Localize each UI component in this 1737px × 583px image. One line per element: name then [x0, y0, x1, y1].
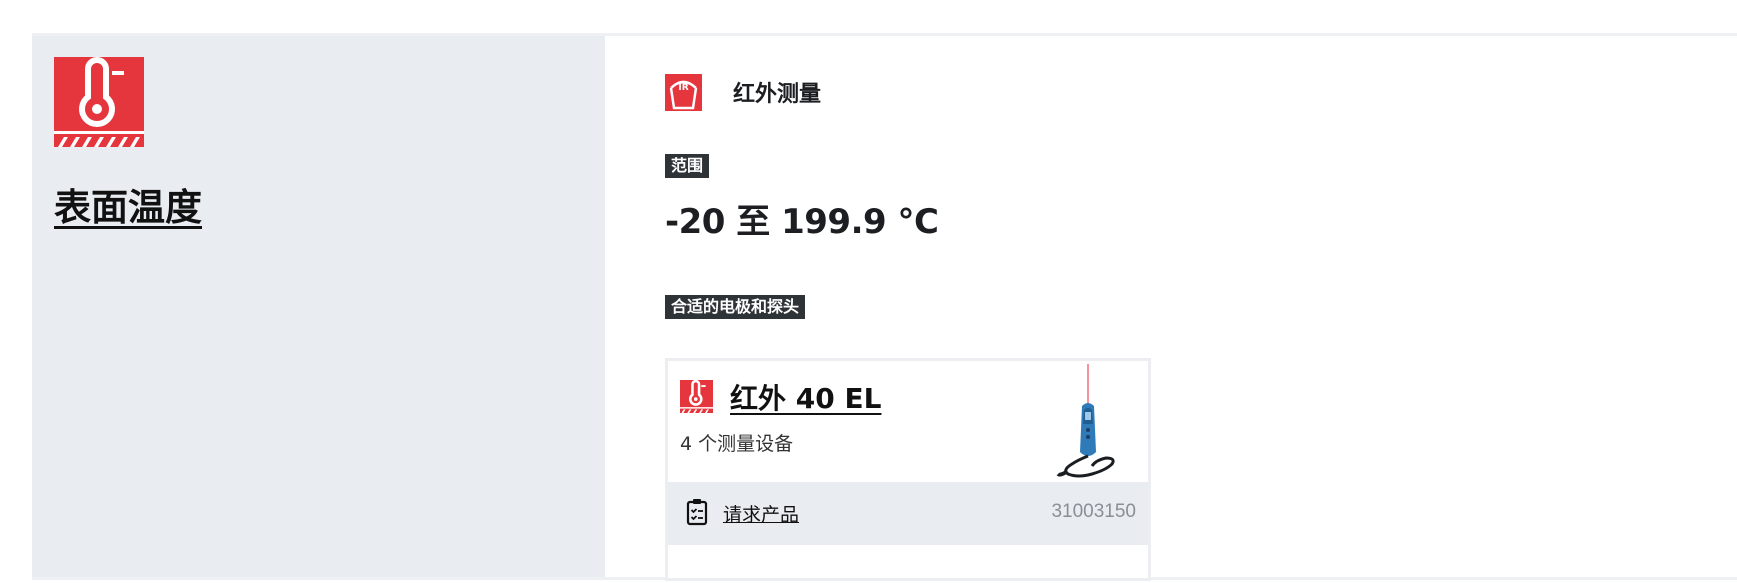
clipboard-checklist-icon [686, 499, 708, 526]
infrared-thermometer-image[interactable] [1048, 364, 1128, 479]
infrared-icon: IR [665, 73, 702, 111]
parameter-panel: 表面温度 IR 红外测量 范围 -20 至 199.9 °C 合适的电极和探头 [32, 33, 1737, 581]
range-tag: 范围 [665, 154, 710, 178]
product-card-footer: 请求产品 31003150 [668, 482, 1148, 545]
measurement-details: IR 红外测量 范围 -20 至 199.9 °C 合适的电极和探头 红外 40… [605, 36, 1737, 581]
product-card-header: 红外 40 EL 4 个测量设备 [668, 361, 1148, 482]
surface-thermometer-icon [680, 380, 713, 413]
product-subtitle: 4 个测量设备 [680, 433, 794, 455]
parameter-title-link[interactable]: 表面温度 [54, 177, 202, 231]
product-title-link[interactable]: 红外 40 EL [730, 377, 881, 417]
measurement-method-label: 红外测量 [733, 82, 822, 107]
request-product-link[interactable]: 请求产品 [723, 500, 799, 527]
parameter-sidebar: 表面温度 [32, 36, 605, 577]
probes-tag: 合适的电极和探头 [665, 295, 806, 319]
measurement-method: IR 红外测量 [665, 73, 821, 111]
surface-thermometer-icon [54, 57, 144, 147]
article-number: 31003150 [1051, 501, 1136, 522]
range-value: -20 至 199.9 °C [665, 202, 939, 242]
product-card: 红外 40 EL 4 个测量设备 请求产品 31003150 [665, 358, 1151, 581]
infrared-icon-text: IR [678, 83, 688, 93]
